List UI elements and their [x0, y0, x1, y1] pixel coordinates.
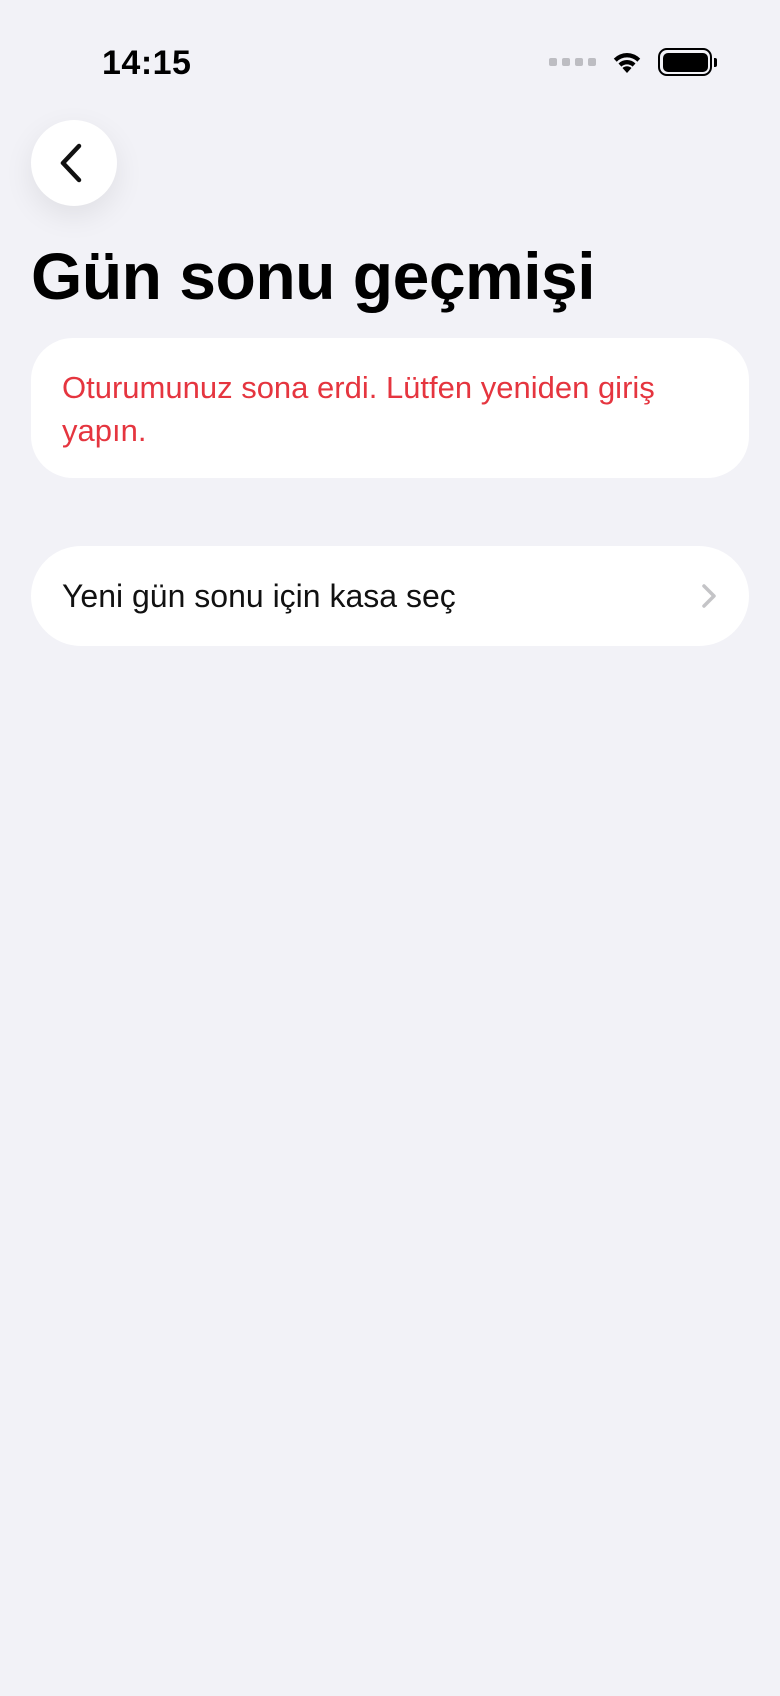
error-message: Oturumunuz sona erdi. Lütfen yeniden gir…	[62, 370, 655, 448]
battery-icon	[658, 48, 717, 76]
chevron-right-icon	[700, 582, 718, 610]
select-register-label: Yeni gün sonu için kasa seç	[62, 577, 456, 614]
status-bar: 14:15	[0, 0, 780, 110]
error-card: Oturumunuz sona erdi. Lütfen yeniden gir…	[31, 338, 749, 478]
chevron-left-icon	[60, 143, 82, 183]
select-register-row[interactable]: Yeni gün sonu için kasa seç	[31, 546, 749, 646]
back-button[interactable]	[31, 120, 117, 206]
page-title: Gün sonu geçmişi	[31, 239, 596, 313]
wifi-icon	[610, 49, 644, 75]
signal-icon	[549, 58, 596, 66]
status-time: 14:15	[102, 44, 192, 82]
status-icons	[549, 48, 717, 76]
